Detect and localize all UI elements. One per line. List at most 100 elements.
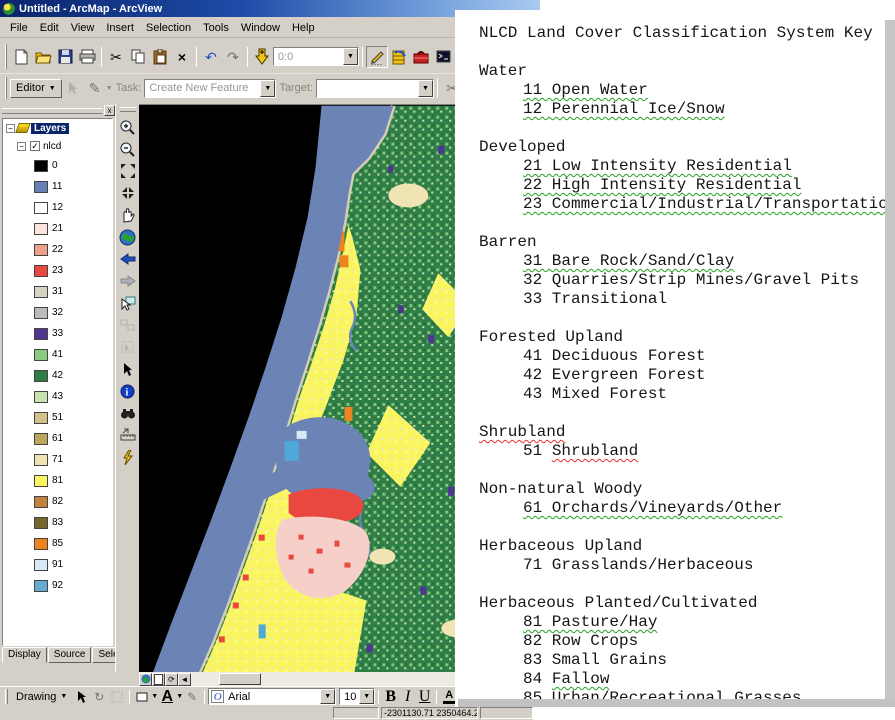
legend-swatch[interactable] [34,412,48,424]
legend-swatch[interactable] [34,265,48,277]
refresh-view-button[interactable]: ⟳ [165,673,178,686]
chevron-down-icon[interactable]: ▼ [343,48,358,65]
toolbar-grip[interactable] [120,107,136,112]
undo-button[interactable]: ↶ [200,46,222,68]
redo-button[interactable]: ↷ [222,46,244,68]
legend-item-61[interactable]: 61 [3,428,112,449]
legend-item-12[interactable]: 12 [3,197,112,218]
legend-item-43[interactable]: 43 [3,386,112,407]
nlcd-key-document[interactable]: NLCD Land Cover Classification System Ke… [455,10,895,707]
font-size-combo[interactable]: 10 ▼ [339,688,375,705]
chevron-down-icon[interactable]: ▼ [418,80,433,97]
legend-swatch[interactable] [34,160,48,172]
copy-button[interactable] [127,46,149,68]
menu-tools[interactable]: Tools [197,20,235,36]
menu-help[interactable]: Help [286,20,321,36]
legend-item-92[interactable]: 92 [3,575,112,596]
menu-insert[interactable]: Insert [100,20,140,36]
pan-tool[interactable] [117,204,139,226]
legend-swatch[interactable] [34,496,48,508]
toc-tab-display[interactable]: Display [2,647,47,663]
hyperlink-tool[interactable] [117,446,139,468]
toc-layer-row[interactable]: − ✓ nlcd [17,137,112,155]
drawing-menu-button[interactable]: Drawing ▼ [11,688,72,705]
go-forward-tool[interactable] [117,270,139,292]
find-tool[interactable] [117,402,139,424]
legend-item-23[interactable]: 23 [3,260,112,281]
select-graphics-tool[interactable] [117,336,139,358]
toc-root-label[interactable]: Layers [31,123,69,134]
collapse-icon[interactable]: − [6,124,15,133]
legend-item-85[interactable]: 85 [3,533,112,554]
toc-tab-source[interactable]: Source [48,647,92,663]
full-extent-tool[interactable] [117,226,139,248]
map-scale-combo[interactable]: 0:0 ▼ [273,47,359,66]
edit-vertices-button[interactable]: ✎ [183,688,201,706]
legend-item-81[interactable]: 81 [3,470,112,491]
legend-swatch[interactable] [34,244,48,256]
layer-name[interactable]: nlcd [43,141,61,152]
menu-edit[interactable]: Edit [34,20,65,36]
print-button[interactable] [76,46,98,68]
paste-button[interactable] [149,46,171,68]
legend-item-83[interactable]: 83 [3,512,112,533]
go-back-tool[interactable] [117,248,139,270]
legend-item-31[interactable]: 31 [3,281,112,302]
legend-swatch[interactable] [34,475,48,487]
legend-swatch[interactable] [34,181,48,193]
legend-item-11[interactable]: 11 [3,176,112,197]
layer-checkbox[interactable]: ✓ [30,141,40,151]
bold-button[interactable]: B [382,688,399,706]
legend-swatch[interactable] [34,202,48,214]
select-features-tool[interactable] [117,292,139,314]
editor-toolbar-button[interactable] [366,46,388,68]
legend-swatch[interactable] [34,349,48,361]
legend-item-91[interactable]: 91 [3,554,112,575]
font-combo[interactable]: O Arial ▼ [208,688,336,705]
chevron-down-icon[interactable]: ▼ [176,693,183,700]
legend-swatch[interactable] [34,286,48,298]
open-button[interactable] [32,46,54,68]
underline-button[interactable]: U [416,688,433,706]
legend-swatch[interactable] [34,370,48,382]
legend-item-82[interactable]: 82 [3,491,112,512]
new-text-button[interactable]: A [158,688,176,706]
menu-view[interactable]: View [65,20,101,36]
legend-swatch[interactable] [34,223,48,235]
select-elements-button[interactable] [72,688,90,706]
task-combo[interactable]: Create New Feature ▼ [144,79,276,98]
chevron-down-icon[interactable]: ▼ [151,693,158,700]
legend-swatch[interactable] [34,454,48,466]
toolbar-grip[interactable] [5,689,8,704]
new-button[interactable] [10,46,32,68]
chevron-down-icon[interactable]: ▼ [320,689,335,704]
legend-item-41[interactable]: 41 [3,344,112,365]
fixed-zoom-out-tool[interactable] [117,182,139,204]
toc-grip[interactable] [2,108,102,114]
identify-tool[interactable]: i [117,380,139,402]
legend-item-32[interactable]: 32 [3,302,112,323]
document-scrollbar[interactable] [885,20,895,700]
zoom-out-tool[interactable] [117,138,139,160]
target-combo[interactable]: ▼ [316,79,434,98]
command-line-button[interactable] [432,46,454,68]
toc-header[interactable]: x [0,104,115,117]
legend-item-21[interactable]: 21 [3,218,112,239]
legend-swatch[interactable] [34,580,48,592]
legend-item-0[interactable]: 0 [3,155,112,176]
toolbar-grip[interactable] [5,44,7,69]
legend-item-22[interactable]: 22 [3,239,112,260]
legend-swatch[interactable] [34,307,48,319]
save-button[interactable] [54,46,76,68]
measure-tool[interactable] [117,424,139,446]
fixed-zoom-in-tool[interactable] [117,160,139,182]
sketch-tool-button[interactable]: ✎ [84,77,106,99]
legend-item-51[interactable]: 51 [3,407,112,428]
arctoolbox-button[interactable] [410,46,432,68]
menu-file[interactable]: File [4,20,34,36]
legend-swatch[interactable] [34,538,48,550]
zoom-in-tool[interactable] [117,116,139,138]
collapse-icon[interactable]: − [17,142,26,151]
legend-swatch[interactable] [34,391,48,403]
arccatalog-button[interactable] [388,46,410,68]
